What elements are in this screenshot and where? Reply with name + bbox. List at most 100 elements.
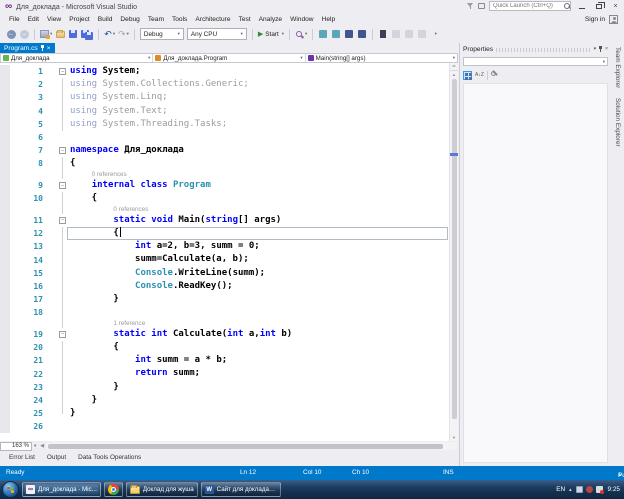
- properties-object-dropdown[interactable]: ▾: [463, 57, 608, 66]
- codelens-row[interactable]: 0 references: [0, 205, 458, 214]
- auto-hide-pin-icon[interactable]: [599, 46, 602, 52]
- code-line[interactable]: 6: [0, 131, 458, 144]
- collapse-region-icon[interactable]: −: [59, 217, 66, 224]
- menu-project[interactable]: Project: [65, 16, 94, 23]
- code-editor[interactable]: 1−using System;2using System.Collections…: [0, 63, 458, 441]
- close-button[interactable]: ×: [609, 1, 622, 11]
- breakpoint-margin[interactable]: [0, 367, 10, 380]
- collapse-region-icon[interactable]: −: [59, 68, 66, 75]
- uncomment-button[interactable]: [331, 28, 341, 40]
- menu-architecture[interactable]: Architecture: [191, 16, 234, 23]
- save-all-button[interactable]: [81, 28, 93, 40]
- feedback-icon[interactable]: [478, 3, 485, 9]
- code-line[interactable]: 16 Console.ReadKey();: [0, 280, 458, 293]
- editor-vertical-scrollbar[interactable]: = ▲ ▼: [449, 63, 458, 441]
- breakpoint-margin[interactable]: [0, 65, 10, 78]
- code-line[interactable]: 17 }: [0, 293, 458, 306]
- tray-volume-icon[interactable]: [586, 486, 593, 493]
- scroll-left-arrow[interactable]: ◀: [38, 443, 46, 449]
- tab-program-cs[interactable]: Program.cs ×: [0, 43, 55, 53]
- reference-count[interactable]: 0 references: [113, 206, 148, 213]
- menu-tools[interactable]: Tools: [168, 16, 191, 23]
- breakpoint-margin[interactable]: [0, 293, 10, 306]
- menu-file[interactable]: File: [5, 16, 24, 23]
- solution-platform-dropdown[interactable]: Any CPU▾: [187, 28, 247, 40]
- code-text[interactable]: using System.Linq;: [67, 91, 458, 104]
- code-text[interactable]: return summ;: [67, 367, 458, 380]
- breakpoint-margin[interactable]: [0, 341, 10, 354]
- menu-analyze[interactable]: Analyze: [255, 16, 286, 23]
- code-text[interactable]: int summ = a * b;: [67, 354, 458, 367]
- code-text[interactable]: internal class Program: [67, 179, 458, 192]
- breakpoint-margin[interactable]: [0, 407, 10, 420]
- breakpoint-margin[interactable]: [0, 420, 10, 433]
- side-tab-team-explorer[interactable]: Team Explorer: [614, 47, 621, 88]
- breakpoint-margin[interactable]: [0, 205, 10, 214]
- horizontal-scrollbar[interactable]: [46, 442, 457, 450]
- clock[interactable]: 9:25: [608, 486, 620, 493]
- code-line[interactable]: 25}: [0, 407, 458, 420]
- breakpoint-margin[interactable]: [0, 144, 10, 157]
- breakpoint-margin[interactable]: [0, 253, 10, 266]
- side-tab-solution-explorer[interactable]: Solution Explorer: [614, 98, 621, 147]
- code-text[interactable]: {: [67, 227, 448, 240]
- solution-configuration-dropdown[interactable]: Debug▾: [140, 28, 184, 40]
- breakpoint-margin[interactable]: [0, 91, 10, 104]
- code-line[interactable]: 26: [0, 420, 458, 433]
- code-text[interactable]: summ=Calculate(a, b);: [67, 253, 458, 266]
- breakpoint-margin[interactable]: [0, 131, 10, 144]
- toolbar-overflow-button[interactable]: ▾: [430, 28, 440, 40]
- pin-icon[interactable]: [41, 45, 44, 51]
- open-file-button[interactable]: [55, 28, 65, 40]
- breakpoint-margin[interactable]: [0, 78, 10, 91]
- code-line[interactable]: 2using System.Collections.Generic;: [0, 78, 458, 91]
- code-line[interactable]: 15 Console.WriteLine(summ);: [0, 267, 458, 280]
- code-text[interactable]: int a=2, b=3, summ = 0;: [67, 240, 458, 253]
- notifications-icon[interactable]: [467, 3, 474, 9]
- panel-tab-data-tools-operations[interactable]: Data Tools Operations: [73, 453, 146, 462]
- show-hidden-icons-arrow[interactable]: ▲: [568, 487, 572, 492]
- sign-in-link[interactable]: Sign in: [585, 16, 605, 23]
- menu-team[interactable]: Team: [144, 16, 168, 23]
- code-line[interactable]: 3using System.Linq;: [0, 91, 458, 104]
- breakpoint-margin[interactable]: [0, 306, 10, 319]
- code-line[interactable]: 5using System.Threading.Tasks;: [0, 118, 458, 131]
- code-line[interactable]: 4using System.Text;: [0, 105, 458, 118]
- decrease-indent-button[interactable]: [344, 28, 354, 40]
- clear-bookmarks-button[interactable]: [417, 28, 427, 40]
- editor-zoom-dropdown[interactable]: 163 %: [0, 442, 32, 451]
- codelens-row[interactable]: 1 reference: [0, 319, 458, 328]
- breakpoint-margin[interactable]: [0, 319, 10, 328]
- menu-help[interactable]: Help: [318, 16, 340, 23]
- restore-button[interactable]: [592, 1, 605, 11]
- codelens-row[interactable]: 0 references: [0, 171, 458, 180]
- nav-dropdown-1[interactable]: Для_доклада.Program▾: [153, 54, 305, 62]
- breakpoint-margin[interactable]: [0, 227, 10, 240]
- increase-indent-button[interactable]: [357, 28, 367, 40]
- quick-launch-input[interactable]: [489, 1, 571, 11]
- breakpoint-margin[interactable]: [0, 179, 10, 192]
- code-line[interactable]: 23 }: [0, 381, 458, 394]
- code-line[interactable]: 9− internal class Program: [0, 179, 458, 192]
- breakpoint-margin[interactable]: [0, 105, 10, 118]
- code-text[interactable]: Console.ReadKey();: [67, 280, 458, 293]
- undo-button[interactable]: ↶▾: [104, 28, 115, 40]
- breakpoint-margin[interactable]: [0, 118, 10, 131]
- next-bookmark-button[interactable]: [404, 28, 414, 40]
- nav-dropdown-2[interactable]: Main(string[] args)▾: [306, 54, 457, 62]
- panel-tab-output[interactable]: Output: [42, 453, 71, 462]
- code-line[interactable]: 11− static void Main(string[] args): [0, 214, 458, 227]
- comment-button[interactable]: [318, 28, 328, 40]
- breakpoint-margin[interactable]: [0, 157, 10, 170]
- code-line[interactable]: 7−namespace Для_доклада: [0, 144, 458, 157]
- horizontal-scroll-thumb[interactable]: [48, 444, 442, 449]
- code-text[interactable]: }: [67, 394, 458, 407]
- find-in-files-button[interactable]: ▾: [295, 28, 307, 40]
- menu-build[interactable]: Build: [94, 16, 117, 23]
- code-text[interactable]: static int Calculate(int a,int b): [67, 328, 458, 341]
- breakpoint-margin[interactable]: [0, 381, 10, 394]
- tray-display-icon[interactable]: [576, 486, 583, 493]
- splitter-grip[interactable]: =: [450, 63, 458, 71]
- scroll-down-arrow[interactable]: ▼: [450, 435, 458, 440]
- code-line[interactable]: 20 {: [0, 341, 458, 354]
